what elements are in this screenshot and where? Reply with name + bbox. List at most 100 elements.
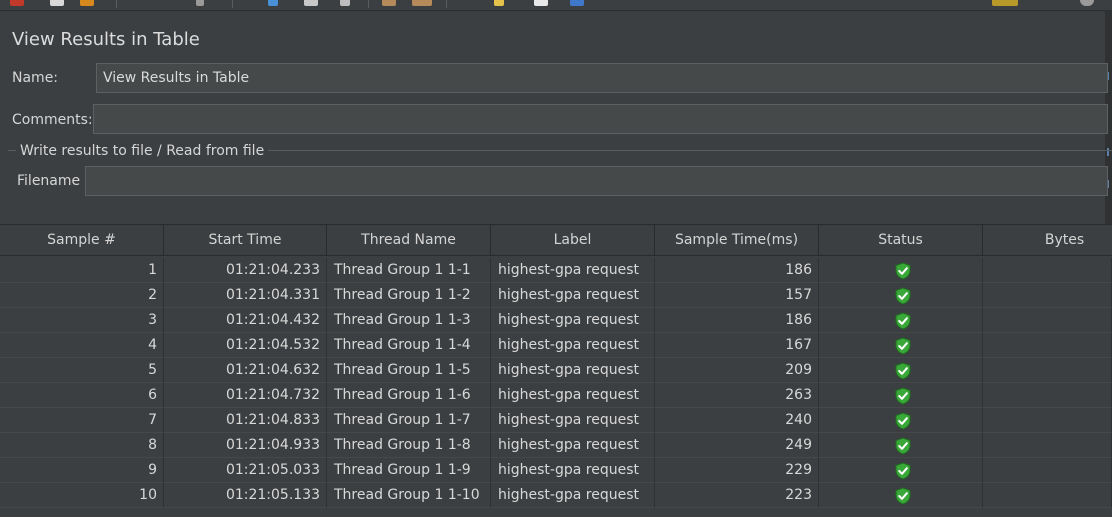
filename-label: Filename xyxy=(17,173,81,189)
cell-start-time: 01:21:04.233 xyxy=(164,258,327,283)
cell-thread-name: Thread Group 1 1-10 xyxy=(327,483,491,508)
warning-icon[interactable] xyxy=(992,0,1018,6)
cell-bytes xyxy=(983,283,1112,308)
column-header-status[interactable]: Status xyxy=(819,225,983,256)
panel-title: View Results in Table xyxy=(12,29,200,50)
table-row[interactable]: 1 01:21:04.233 Thread Group 1 1-1 highest-g… xyxy=(0,258,1112,283)
cell-sample: 9 xyxy=(0,458,164,483)
cell-thread-name: Thread Group 1 1-9 xyxy=(327,458,491,483)
cell-sample-time: 249 xyxy=(655,433,819,458)
table-row[interactable]: 10 01:21:05.133 Thread Group 1 1-10 highest… xyxy=(0,483,1112,508)
toolbar-separator xyxy=(116,0,117,8)
cell-sample: 5 xyxy=(0,358,164,383)
table-header: Sample # Start Time Thread Name Label Sa… xyxy=(0,225,1112,256)
cell-thread-name: Thread Group 1 1-2 xyxy=(327,283,491,308)
cell-start-time: 01:21:04.632 xyxy=(164,358,327,383)
cell-bytes xyxy=(983,358,1112,383)
cell-bytes xyxy=(983,383,1112,408)
broom-icon[interactable] xyxy=(382,0,396,6)
cell-start-time: 01:21:05.033 xyxy=(164,458,327,483)
cell-label: highest-gpa request xyxy=(491,333,655,358)
shield-check-icon xyxy=(895,437,911,455)
cell-thread-name: Thread Group 1 1-6 xyxy=(327,383,491,408)
cell-start-time: 01:21:04.432 xyxy=(164,308,327,333)
table-row[interactable]: 8 01:21:04.933 Thread Group 1 1-8 highest-g… xyxy=(0,433,1112,458)
filename-field[interactable] xyxy=(85,166,1108,196)
cell-label: highest-gpa request xyxy=(491,283,655,308)
cell-start-time: 01:21:04.833 xyxy=(164,408,327,433)
cell-label: highest-gpa request xyxy=(491,408,655,433)
help-icon[interactable] xyxy=(570,0,584,6)
comments-label: Comments: xyxy=(12,112,93,128)
column-header-thread-name[interactable]: Thread Name xyxy=(327,225,491,256)
cut-icon[interactable] xyxy=(196,0,204,6)
list-icon[interactable] xyxy=(534,0,548,6)
cell-thread-name: Thread Group 1 1-3 xyxy=(327,308,491,333)
search-icon[interactable] xyxy=(494,0,504,6)
cell-sample: 7 xyxy=(0,408,164,433)
toolbar-separator xyxy=(232,0,233,8)
cell-label: highest-gpa request xyxy=(491,458,655,483)
document-icon[interactable] xyxy=(50,0,64,6)
table-row[interactable]: 4 01:21:04.532 Thread Group 1 1-4 highest-g… xyxy=(0,333,1112,358)
cell-start-time: 01:21:05.133 xyxy=(164,483,327,508)
clear-icon[interactable] xyxy=(304,0,318,6)
column-header-bytes[interactable]: Bytes xyxy=(983,225,1112,256)
table-row[interactable]: 5 01:21:04.632 Thread Group 1 1-5 highest-g… xyxy=(0,358,1112,383)
table-row[interactable]: 3 01:21:04.432 Thread Group 1 1-3 highest-g… xyxy=(0,308,1112,333)
cell-bytes xyxy=(983,308,1112,333)
stop-icon[interactable] xyxy=(10,0,24,6)
cell-thread-name: Thread Group 1 1-4 xyxy=(327,333,491,358)
cell-bytes xyxy=(983,483,1112,508)
expand-icon[interactable] xyxy=(268,0,278,6)
shield-check-icon xyxy=(895,387,911,405)
cell-sample: 4 xyxy=(0,333,164,358)
cell-sample: 1 xyxy=(0,258,164,283)
toggle-icon[interactable] xyxy=(340,0,350,6)
cell-label: highest-gpa request xyxy=(491,358,655,383)
cell-sample: 10 xyxy=(0,483,164,508)
shield-check-icon xyxy=(895,312,911,330)
cell-sample-time: 263 xyxy=(655,383,819,408)
status-indicator-icon xyxy=(1080,0,1094,6)
cell-sample-time: 186 xyxy=(655,308,819,333)
cell-sample: 8 xyxy=(0,433,164,458)
column-header-sample-time[interactable]: Sample Time(ms) xyxy=(655,225,819,256)
cell-start-time: 01:21:04.532 xyxy=(164,333,327,358)
table-row[interactable]: 7 01:21:04.833 Thread Group 1 1-7 highest-g… xyxy=(0,408,1112,433)
comments-field[interactable] xyxy=(93,104,1108,134)
cell-thread-name: Thread Group 1 1-1 xyxy=(327,258,491,283)
cell-bytes xyxy=(983,333,1112,358)
cell-sample: 2 xyxy=(0,283,164,308)
cell-start-time: 01:21:04.933 xyxy=(164,433,327,458)
column-header-sample[interactable]: Sample # xyxy=(0,225,164,256)
shield-check-icon xyxy=(895,362,911,380)
toolbar-separator xyxy=(446,0,447,8)
results-table: Sample # Start Time Thread Name Label Sa… xyxy=(0,224,1112,517)
cell-label: highest-gpa request xyxy=(491,483,655,508)
cell-thread-name: Thread Group 1 1-7 xyxy=(327,408,491,433)
cell-sample-time: 229 xyxy=(655,458,819,483)
column-header-label[interactable]: Label xyxy=(491,225,655,256)
column-header-start-time[interactable]: Start Time xyxy=(164,225,327,256)
shield-check-icon xyxy=(895,462,911,480)
cell-sample-time: 209 xyxy=(655,358,819,383)
cell-label: highest-gpa request xyxy=(491,433,655,458)
folder-icon[interactable] xyxy=(80,0,94,6)
broom-all-icon[interactable] xyxy=(412,0,432,6)
cell-start-time: 01:21:04.331 xyxy=(164,283,327,308)
table-row[interactable]: 2 01:21:04.331 Thread Group 1 1-2 highest-g… xyxy=(0,283,1112,308)
cell-sample: 3 xyxy=(0,308,164,333)
cell-bytes xyxy=(983,408,1112,433)
shield-check-icon xyxy=(895,337,911,355)
cell-label: highest-gpa request xyxy=(491,308,655,333)
cell-sample-time: 157 xyxy=(655,283,819,308)
cell-bytes xyxy=(983,258,1112,283)
table-row[interactable]: 6 01:21:04.732 Thread Group 1 1-6 highest-g… xyxy=(0,383,1112,408)
file-group-title: Write results to file / Read from file xyxy=(16,143,269,159)
cell-label: highest-gpa request xyxy=(491,383,655,408)
name-field[interactable]: View Results in Table xyxy=(96,63,1108,93)
toolbar xyxy=(0,0,1112,11)
table-row[interactable]: 9 01:21:05.033 Thread Group 1 1-9 highest-g… xyxy=(0,458,1112,483)
cell-thread-name: Thread Group 1 1-5 xyxy=(327,358,491,383)
